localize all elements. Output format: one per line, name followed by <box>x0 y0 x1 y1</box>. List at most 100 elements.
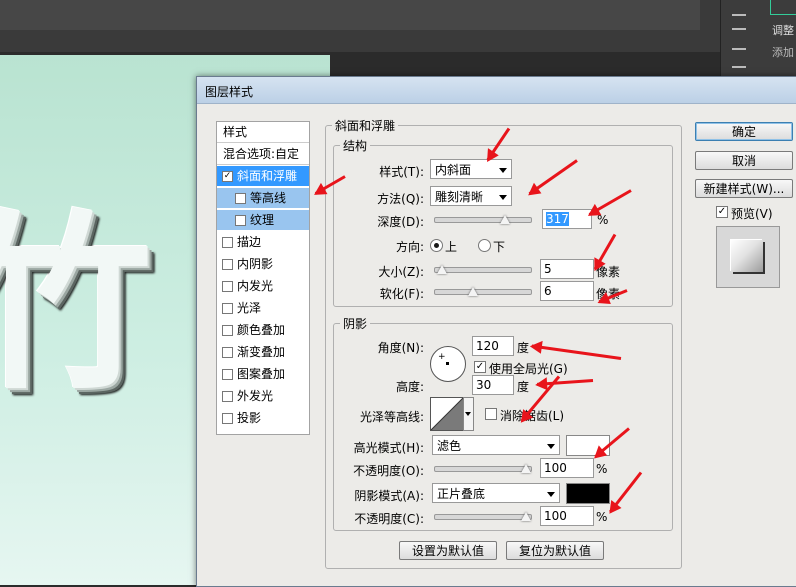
style-item-4[interactable]: 内阴影 <box>217 254 309 274</box>
depth-input[interactable]: 317 <box>542 209 592 229</box>
panel-tool-icon[interactable] <box>732 14 746 26</box>
style-item-checkbox[interactable] <box>222 413 233 424</box>
contour-dropdown-button[interactable] <box>463 397 474 431</box>
style-item-3[interactable]: 描边 <box>217 232 309 252</box>
style-item-checkbox[interactable] <box>222 259 233 270</box>
angle-value: 120 <box>476 339 499 353</box>
check-icon: ✓ <box>717 206 727 217</box>
size-input[interactable]: 5 <box>540 259 594 279</box>
dial-center-icon <box>446 362 449 365</box>
technique-label: 方法(Q): <box>377 192 424 206</box>
make-default-button[interactable]: 设置为默认值 <box>399 541 497 560</box>
style-item-1[interactable]: 等高线 <box>217 188 309 208</box>
shadow-opacity-slider[interactable] <box>434 512 532 521</box>
style-item-checkbox[interactable] <box>222 281 233 292</box>
style-item-11[interactable]: 投影 <box>217 408 309 428</box>
direction-down-radio[interactable] <box>478 239 491 252</box>
styles-header[interactable]: 样式 <box>217 122 309 143</box>
style-item-5[interactable]: 内发光 <box>217 276 309 296</box>
gloss-contour-swatch[interactable] <box>430 397 464 431</box>
highlight-mode-select[interactable]: 滤色 <box>432 435 560 455</box>
reset-default-button[interactable]: 复位为默认值 <box>506 541 604 560</box>
style-item-label: 光泽 <box>237 301 262 315</box>
soften-slider[interactable] <box>434 287 532 296</box>
crosshair-icon: + <box>438 352 446 362</box>
ok-button[interactable]: 确定 <box>695 122 793 141</box>
new-style-button[interactable]: 新建样式(W)... <box>695 179 793 198</box>
soften-value: 6 <box>544 284 552 298</box>
styles-header-label: 样式 <box>223 125 248 139</box>
style-item-checkbox[interactable] <box>222 369 233 380</box>
style-item-checkbox[interactable] <box>222 303 233 314</box>
bevel-style-label: 样式(T): <box>379 165 424 179</box>
shadow-opacity-input[interactable]: 100 <box>540 506 594 526</box>
adjustments-panel-tab[interactable]: 调整 <box>772 22 794 38</box>
structure-title: 结构 <box>343 139 368 153</box>
bevel-style-select[interactable]: 内斜面 <box>430 159 512 179</box>
style-item-checkbox[interactable] <box>235 215 246 226</box>
style-item-label: 纹理 <box>250 213 275 227</box>
soften-input[interactable]: 6 <box>540 281 594 301</box>
style-item-2[interactable]: 纹理 <box>217 210 309 230</box>
style-item-0[interactable]: ✓ 斜面和浮雕 <box>217 166 309 186</box>
preview-label: 预览(V) <box>731 207 773 221</box>
shadow-mode-label: 阴影模式(A): <box>354 489 424 503</box>
style-item-checkbox[interactable] <box>222 325 233 336</box>
altitude-input[interactable]: 30 <box>472 375 514 395</box>
adjust-sliders-icon[interactable] <box>732 28 746 40</box>
style-list: 样式 混合选项:自定 ✓ 斜面和浮雕等高线纹理描边 内阴影 内发光光泽颜色叠加渐变叠加… <box>216 121 310 435</box>
chevron-down-icon <box>465 412 471 416</box>
size-value: 5 <box>544 262 552 276</box>
technique-select[interactable]: 雕刻清晰 <box>430 186 512 206</box>
style-item-10[interactable]: 外发光 <box>217 386 309 406</box>
angle-dial[interactable]: + <box>430 346 466 382</box>
antialias-checkbox[interactable] <box>485 408 497 420</box>
style-item-checkbox[interactable]: ✓ <box>222 171 233 182</box>
style-item-label: 投影 <box>237 411 262 425</box>
highlight-opacity-label: 不透明度(O): <box>353 464 424 478</box>
style-item-checkbox[interactable] <box>235 193 246 204</box>
highlight-opacity-handle[interactable] <box>521 464 531 473</box>
style-item-checkbox[interactable] <box>222 347 233 358</box>
highlight-opacity-slider[interactable] <box>434 464 532 473</box>
highlight-opacity-value: 100 <box>544 461 567 475</box>
chevron-down-icon <box>499 195 507 200</box>
histogram-box <box>770 0 796 15</box>
depth-slider-handle[interactable] <box>499 215 510 224</box>
preview-checkbox[interactable]: ✓ <box>716 206 728 218</box>
style-item-checkbox[interactable] <box>222 237 233 248</box>
blend-options-item[interactable]: 混合选项:自定 <box>217 144 309 165</box>
depth-slider[interactable] <box>434 215 532 224</box>
style-item-9[interactable]: 图案叠加 <box>217 364 309 384</box>
style-item-checkbox[interactable] <box>222 391 233 402</box>
style-item-label: 颜色叠加 <box>237 323 286 337</box>
soften-slider-handle[interactable] <box>467 287 478 296</box>
style-item-8[interactable]: 渐变叠加 <box>217 342 309 362</box>
global-light-checkbox[interactable]: ✓ <box>474 361 486 373</box>
highlight-opacity-input[interactable]: 100 <box>540 458 594 478</box>
chevron-down-icon <box>547 444 555 449</box>
shadow-mode-select[interactable]: 正片叠底 <box>432 483 560 503</box>
style-item-7[interactable]: 颜色叠加 <box>217 320 309 340</box>
radio-dot-icon <box>434 243 439 248</box>
panel-tool-icon[interactable] <box>732 48 746 60</box>
altitude-label: 高度: <box>395 380 424 394</box>
shadow-opacity-handle[interactable] <box>521 512 531 521</box>
technique-value: 雕刻清晰 <box>435 190 484 204</box>
style-item-label: 斜面和浮雕 <box>237 169 298 183</box>
angle-input[interactable]: 120 <box>472 336 514 356</box>
highlight-opacity-unit: % <box>596 462 608 476</box>
size-slider-handle[interactable] <box>436 265 447 274</box>
shadow-mode-value: 正片叠底 <box>437 487 486 501</box>
shadow-color-swatch[interactable] <box>566 483 610 504</box>
style-item-6[interactable]: 光泽 <box>217 298 309 318</box>
style-item-label: 外发光 <box>237 389 274 403</box>
size-slider[interactable] <box>434 265 532 274</box>
check-icon: ✓ <box>475 361 485 372</box>
panel-icon-strip <box>728 10 750 80</box>
dialog-titlebar[interactable]: 图层样式 <box>197 77 796 104</box>
depth-value: 317 <box>546 212 569 226</box>
shading-title: 阴影 <box>343 317 368 331</box>
cancel-button[interactable]: 取消 <box>695 151 793 170</box>
direction-up-radio[interactable] <box>430 239 443 252</box>
